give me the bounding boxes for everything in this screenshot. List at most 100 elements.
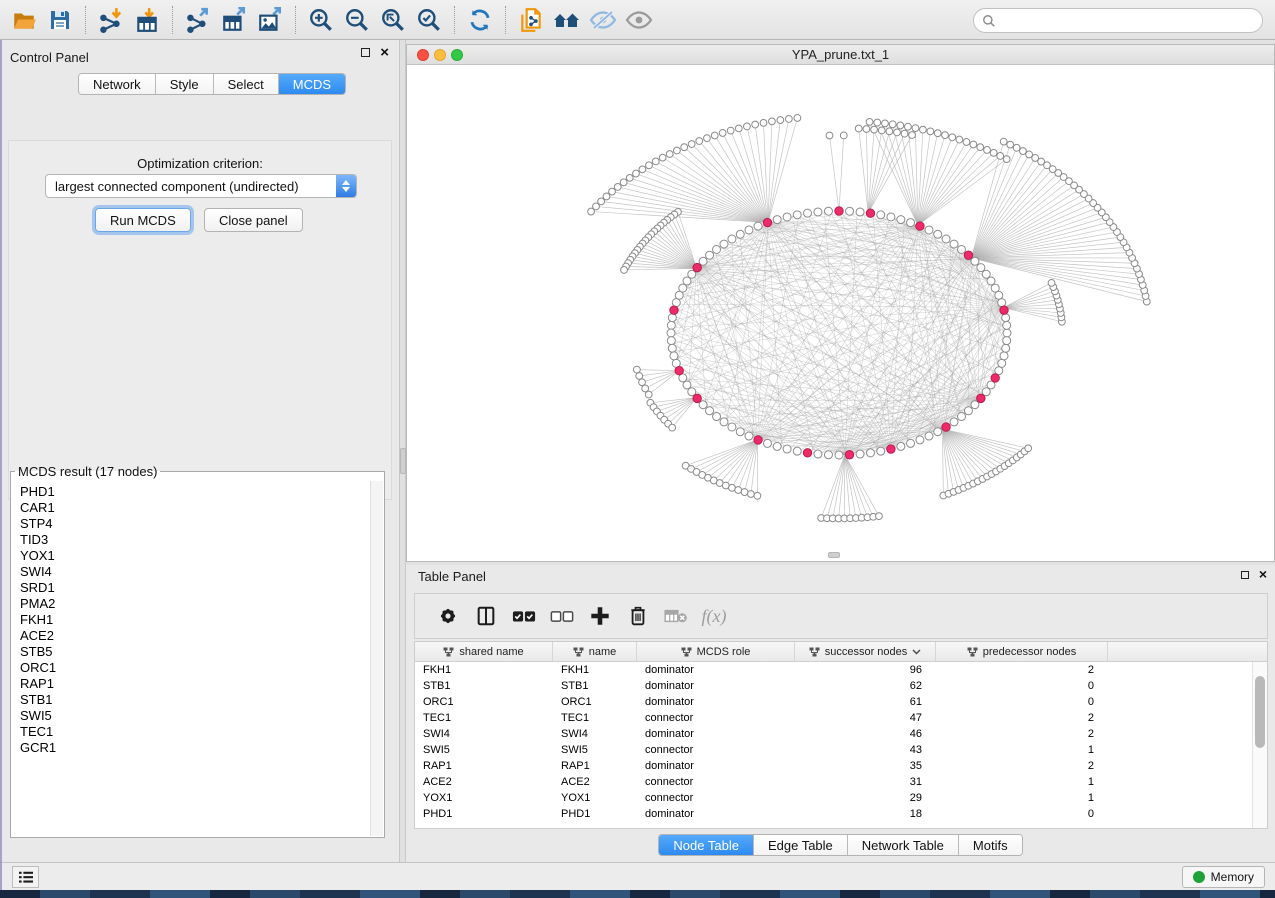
- mcds-list-scrollbar[interactable]: [370, 481, 383, 836]
- network-node[interactable]: [713, 245, 721, 253]
- network-node[interactable]: [783, 213, 791, 221]
- mcds-network-node[interactable]: [835, 207, 843, 215]
- network-node[interactable]: [971, 257, 979, 265]
- network-node[interactable]: [934, 230, 942, 238]
- network-node[interactable]: [670, 352, 678, 360]
- network-leaf-node[interactable]: [1026, 151, 1033, 158]
- network-leaf-node[interactable]: [866, 118, 873, 125]
- mcds-network-node[interactable]: [845, 451, 853, 459]
- network-node[interactable]: [824, 451, 832, 459]
- network-leaf-node[interactable]: [652, 158, 659, 165]
- network-node[interactable]: [856, 208, 864, 216]
- table-row-SWI5[interactable]: SWI5SWI5connector431: [415, 742, 1252, 758]
- mcds-network-node[interactable]: [866, 209, 874, 217]
- network-node[interactable]: [699, 257, 707, 265]
- column-header-predecessor-nodes[interactable]: predecessor nodes: [936, 642, 1108, 661]
- network-leaf-node[interactable]: [754, 492, 761, 499]
- network-leaf-node[interactable]: [620, 179, 627, 186]
- network-leaf-node[interactable]: [920, 126, 927, 133]
- network-node[interactable]: [773, 442, 781, 450]
- column-header-name[interactable]: name: [553, 642, 637, 661]
- network-leaf-node[interactable]: [1003, 156, 1010, 163]
- table-row-TEC1[interactable]: TEC1TEC1connector472: [415, 710, 1252, 726]
- network-node[interactable]: [736, 428, 744, 436]
- network-leaf-node[interactable]: [878, 127, 885, 134]
- network-leaf-node[interactable]: [777, 117, 784, 124]
- network-leaf-node[interactable]: [949, 134, 956, 141]
- network-node[interactable]: [720, 418, 728, 426]
- network-leaf-node[interactable]: [621, 267, 628, 274]
- export-table-icon[interactable]: [216, 4, 252, 36]
- export-network-icon[interactable]: [180, 4, 216, 36]
- table-settings-gear-icon[interactable]: [429, 598, 467, 634]
- network-leaf-node[interactable]: [909, 132, 916, 139]
- table-row-PHD1[interactable]: PHD1PHD1dominator180: [415, 806, 1252, 822]
- network-leaf-node[interactable]: [894, 129, 901, 136]
- network-leaf-node[interactable]: [735, 125, 742, 132]
- network-node[interactable]: [668, 344, 676, 352]
- mcds-network-node[interactable]: [693, 394, 701, 402]
- network-node[interactable]: [964, 407, 972, 415]
- network-node[interactable]: [814, 208, 822, 216]
- network-leaf-node[interactable]: [744, 123, 751, 130]
- network-node[interactable]: [706, 407, 714, 415]
- network-leaf-node[interactable]: [1000, 138, 1007, 145]
- network-leaf-node[interactable]: [990, 149, 997, 156]
- table-row-STB1[interactable]: STB1STB1dominator620: [415, 678, 1252, 694]
- network-node[interactable]: [736, 230, 744, 238]
- network-node[interactable]: [745, 226, 753, 234]
- network-leaf-node[interactable]: [970, 141, 977, 148]
- tab-motifs[interactable]: Motifs: [959, 835, 1022, 855]
- mcds-node-item[interactable]: STB5: [20, 644, 370, 660]
- mcds-network-node[interactable]: [1000, 306, 1008, 314]
- network-leaf-node[interactable]: [1007, 141, 1014, 148]
- network-leaf-node[interactable]: [934, 130, 941, 137]
- network-leaf-node[interactable]: [863, 126, 870, 133]
- network-node[interactable]: [971, 401, 979, 409]
- network-node[interactable]: [745, 432, 753, 440]
- select-all-icon[interactable]: [505, 598, 543, 634]
- network-leaf-node[interactable]: [681, 144, 688, 151]
- network-node[interactable]: [897, 442, 905, 450]
- network-leaf-node[interactable]: [645, 391, 652, 398]
- network-node[interactable]: [856, 450, 864, 458]
- network-node[interactable]: [754, 222, 762, 230]
- network-node[interactable]: [998, 299, 1006, 307]
- close-panel-icon[interactable]: ×: [380, 48, 389, 57]
- network-leaf-node[interactable]: [711, 132, 718, 139]
- network-node[interactable]: [675, 291, 683, 299]
- network-leaf-node[interactable]: [794, 115, 801, 122]
- network-leaf-node[interactable]: [588, 208, 595, 215]
- network-node[interactable]: [706, 251, 714, 259]
- mcds-network-node[interactable]: [693, 263, 701, 271]
- task-history-button[interactable]: [12, 866, 39, 888]
- search-input[interactable]: [1001, 13, 1262, 28]
- network-node[interactable]: [667, 337, 675, 345]
- mcds-node-item[interactable]: ORC1: [20, 660, 370, 676]
- delete-column-trash-icon[interactable]: [619, 598, 657, 634]
- network-leaf-node[interactable]: [659, 154, 666, 161]
- network-node[interactable]: [957, 413, 965, 421]
- network-leaf-node[interactable]: [871, 126, 878, 133]
- apply-layout-icon[interactable]: [462, 4, 498, 36]
- table-row-YOX1[interactable]: YOX1YOX1connector291: [415, 790, 1252, 806]
- network-leaf-node[interactable]: [855, 125, 862, 132]
- network-leaf-node[interactable]: [727, 127, 734, 134]
- mcds-node-item[interactable]: STB1: [20, 692, 370, 708]
- network-leaf-node[interactable]: [901, 130, 908, 137]
- network-leaf-node[interactable]: [735, 487, 742, 494]
- mcds-node-item[interactable]: SWI4: [20, 564, 370, 580]
- network-leaf-node[interactable]: [673, 147, 680, 154]
- network-node[interactable]: [793, 447, 801, 455]
- network-node[interactable]: [763, 439, 771, 447]
- tab-network-table[interactable]: Network Table: [848, 835, 959, 855]
- network-node[interactable]: [728, 423, 736, 431]
- network-leaf-node[interactable]: [719, 130, 726, 137]
- table-row-FKH1[interactable]: FKH1FKH1dominator962: [415, 662, 1252, 678]
- network-leaf-node[interactable]: [785, 116, 792, 123]
- import-table-icon[interactable]: [129, 4, 165, 36]
- mcds-node-item[interactable]: STP4: [20, 516, 370, 532]
- network-node[interactable]: [1000, 352, 1008, 360]
- column-header-shared-name[interactable]: shared name: [415, 642, 553, 661]
- tab-network[interactable]: Network: [79, 74, 156, 94]
